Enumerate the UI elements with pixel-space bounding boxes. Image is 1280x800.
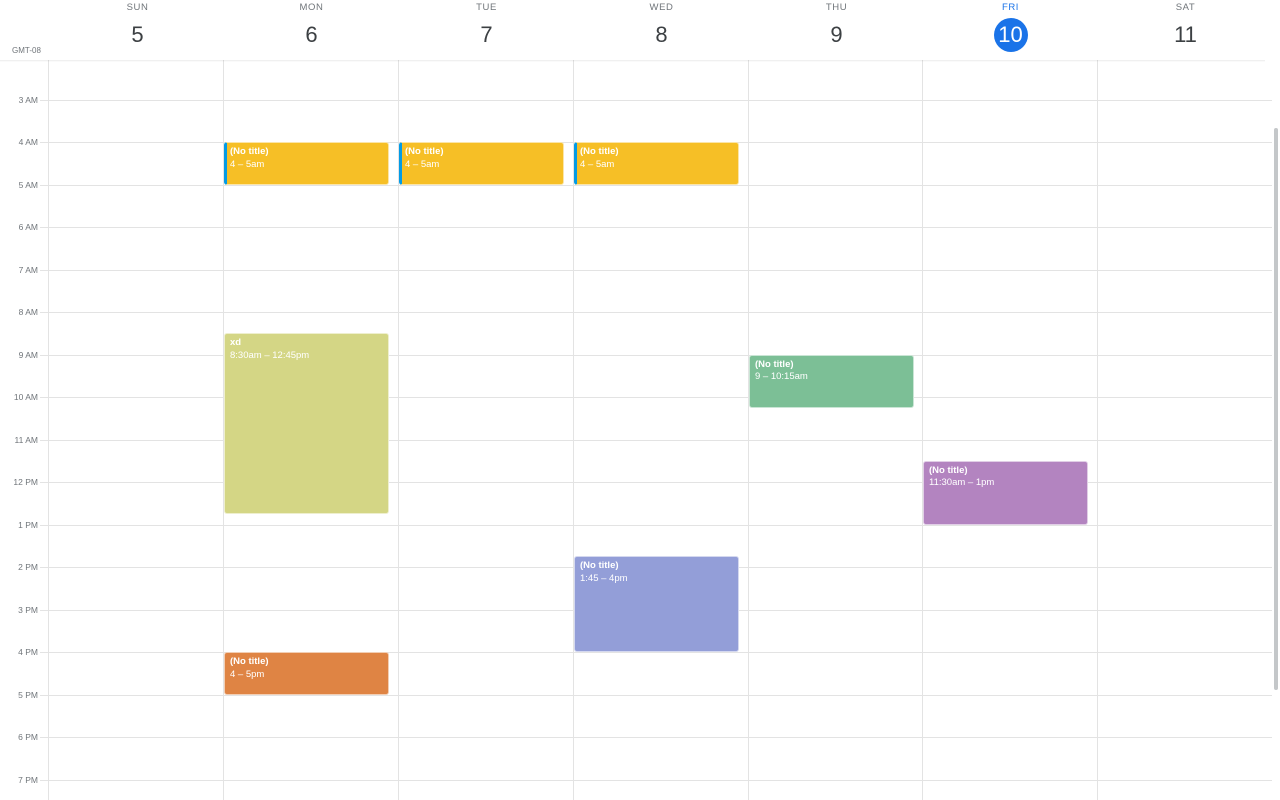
hour-gridline xyxy=(48,524,1272,526)
event-time: 4 – 5pm xyxy=(230,668,265,680)
event-time: 4 – 5am xyxy=(580,158,615,170)
day-column-divider xyxy=(922,42,923,800)
hour-label: 2 PM xyxy=(18,562,38,572)
hour-gridline xyxy=(48,227,1272,228)
date-button[interactable]: 7 xyxy=(470,18,504,52)
day-name: SUN xyxy=(126,2,149,13)
day-header-thu: THU 9 xyxy=(749,0,924,60)
event-time: 4 – 5am xyxy=(230,158,265,170)
day-header-wed: WED 8 xyxy=(574,0,749,60)
hour-gridline xyxy=(48,737,1272,738)
hour-label: 3 AM xyxy=(18,94,38,105)
hour-gridline xyxy=(48,99,1272,101)
timezone-label: GMT-08 xyxy=(12,46,41,55)
hour-label: 3 PM xyxy=(18,604,38,615)
hour-gridline xyxy=(48,312,1272,313)
hour-tick xyxy=(40,354,48,356)
hour-tick xyxy=(40,184,48,186)
calendar-event[interactable]: (No title) 4 – 5pm xyxy=(224,652,389,695)
event-title: (No title) xyxy=(580,146,619,157)
hour-tick xyxy=(40,524,48,526)
event-time: 11:30am – 1pm xyxy=(929,477,995,489)
hour-tick xyxy=(40,482,48,483)
event-title: (No title) xyxy=(230,656,269,667)
hour-label: 6 PM xyxy=(18,732,38,742)
day-header-sun: SUN 5 xyxy=(50,0,225,60)
day-header-mon: MON 6 xyxy=(224,0,399,60)
calendar-event[interactable]: (No title) 4 – 5am xyxy=(574,142,739,185)
date-button[interactable]: 5 xyxy=(121,18,155,52)
event-time: 8:30am – 12:45pm xyxy=(230,349,310,361)
hour-label: 7 AM xyxy=(18,264,38,275)
day-column-divider xyxy=(48,42,49,800)
hour-label: 1 PM xyxy=(18,519,38,530)
hour-label: 11 AM xyxy=(14,434,38,445)
date-button[interactable]: 9 xyxy=(820,18,854,52)
hour-tick xyxy=(40,652,48,653)
time-grid[interactable]: 3 AM 4 AM 5 AM 6 AM 7 AM 8 AM 9 AM 10 AM 11 AM 12… xyxy=(0,42,1272,800)
event-title: (No title) xyxy=(230,146,269,157)
hour-tick xyxy=(40,439,48,441)
hour-tick xyxy=(40,227,48,228)
day-header-fri: FRI 10 xyxy=(923,0,1098,60)
week-header: SUN 5 MON 6 TUE 7 WED 8 THU 9 FRI 10 SAT 11 GMT-08 xyxy=(0,0,1280,60)
hour-label: 5 PM xyxy=(18,689,38,700)
event-title: (No title) xyxy=(580,560,619,572)
hour-gridline xyxy=(48,269,1272,271)
day-header-tue: TUE 7 xyxy=(399,0,574,60)
day-name: FRI xyxy=(1001,2,1020,13)
event-title: (No title) xyxy=(929,464,968,476)
hour-tick xyxy=(40,694,48,696)
hour-label: 8 AM xyxy=(18,307,38,317)
hour-tick xyxy=(40,142,48,143)
hour-gridline xyxy=(48,779,1272,781)
calendar-event[interactable]: (No title) 1:45 – 4pm xyxy=(574,556,739,652)
calendar-event[interactable]: (No title) 9 – 10:15am xyxy=(749,354,914,408)
hour-tick xyxy=(40,99,48,101)
calendar-event[interactable]: (No title) 11:30am – 1pm xyxy=(923,460,1088,525)
calendar-event[interactable]: (No title) 4 – 5am xyxy=(224,142,389,185)
hour-gridline xyxy=(48,694,1272,696)
hour-tick xyxy=(40,269,48,271)
hour-tick xyxy=(40,609,48,611)
day-column-divider xyxy=(748,42,749,800)
scrollbar-thumb[interactable] xyxy=(1274,128,1278,690)
day-name: WED xyxy=(649,2,674,13)
hour-tick xyxy=(40,312,48,313)
day-name: SAT xyxy=(1175,2,1196,13)
day-name: THU xyxy=(825,2,848,13)
date-button[interactable]: 6 xyxy=(295,18,329,52)
hour-label: 12 PM xyxy=(13,477,38,487)
calendar-event[interactable]: (No title) 4 – 5am xyxy=(399,142,564,185)
hour-label: 6 AM xyxy=(18,222,38,232)
event-title: (No title) xyxy=(755,358,794,370)
event-title: (No title) xyxy=(405,146,444,157)
hour-label: 10 AM xyxy=(13,392,38,402)
hour-label: 7 PM xyxy=(18,774,38,785)
day-name: MON xyxy=(299,2,324,13)
hour-tick xyxy=(40,779,48,781)
hour-tick xyxy=(40,397,48,398)
date-button[interactable]: 11 xyxy=(1169,18,1203,52)
hour-tick xyxy=(40,737,48,738)
today-date-button[interactable]: 10 xyxy=(993,18,1028,52)
event-title: xd xyxy=(230,337,242,349)
event-time: 4 – 5am xyxy=(405,158,440,170)
hour-label: 9 AM xyxy=(18,349,38,360)
date-button[interactable]: 8 xyxy=(645,18,679,52)
calendar-week-view: SUN 5 MON 6 TUE 7 WED 8 THU 9 FRI 10 SAT 11 GMT-08 3 … xyxy=(0,0,1280,800)
event-time: 1:45 – 4pm xyxy=(580,572,628,584)
hour-tick xyxy=(40,567,48,568)
day-column-divider xyxy=(1097,42,1098,800)
event-time: 9 – 10:15am xyxy=(755,371,808,382)
day-header-sat: SAT 11 xyxy=(1098,0,1273,60)
hour-label: 4 AM xyxy=(18,137,38,147)
calendar-event[interactable]: xd 8:30am – 12:45pm xyxy=(224,333,389,514)
hour-label: 5 AM xyxy=(18,179,38,190)
hour-label: 4 PM xyxy=(18,647,38,657)
day-name: TUE xyxy=(476,2,497,13)
hour-gridline xyxy=(48,184,1272,186)
